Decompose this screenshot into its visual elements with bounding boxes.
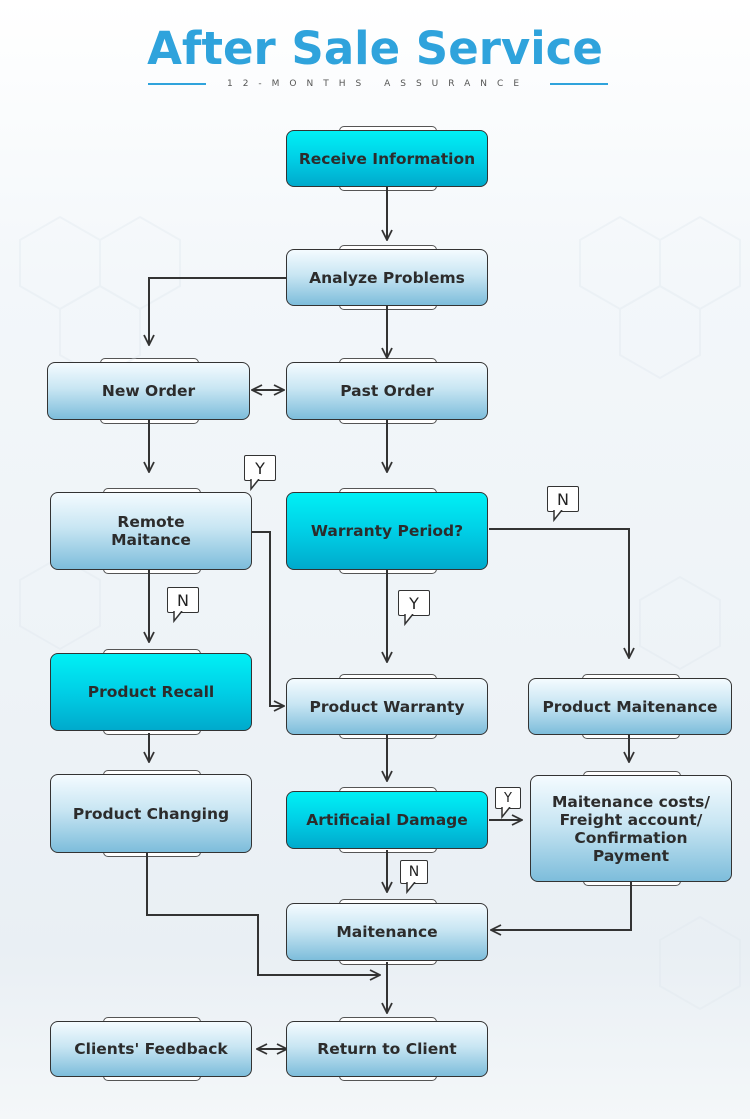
node-label: Product Maitenance	[542, 697, 718, 716]
bubble-tail-icon	[173, 611, 183, 623]
node-remote-maitance[interactable]: Remote Maitance	[50, 488, 252, 574]
node-label: Clients' Feedback	[74, 1040, 228, 1058]
bubble-tail-icon	[250, 479, 260, 491]
bubble-text: Y	[504, 790, 512, 806]
node-label: Warranty Period?	[310, 522, 464, 540]
label-remote-yes: Y	[244, 455, 276, 491]
label-damage-no: N	[400, 860, 428, 894]
edge-costs-to-maitenance	[491, 882, 632, 930]
node-return-to-client[interactable]: Return to Client	[286, 1017, 488, 1081]
label-warranty-yes: Y	[398, 590, 430, 626]
node-label: Receive Information	[298, 149, 476, 168]
node-label: Return to Client	[317, 1040, 457, 1058]
label-remote-no: N	[167, 587, 199, 623]
bubble-text: N	[557, 489, 569, 509]
node-label: Product Changing	[72, 804, 230, 823]
node-maitenance[interactable]: Maitenance	[286, 899, 488, 965]
node-label: Maitenance costs/ Freight account/ Confi…	[551, 792, 711, 865]
node-past-order[interactable]: Past Order	[286, 358, 488, 424]
node-label: Past Order	[340, 382, 434, 400]
node-product-changing[interactable]: Product Changing	[50, 770, 252, 857]
node-maitenance-costs[interactable]: Maitenance costs/ Freight account/ Confi…	[530, 771, 732, 886]
bubble-text: N	[177, 590, 189, 610]
node-new-order[interactable]: New Order	[47, 358, 250, 424]
node-product-maitenance[interactable]: Product Maitenance	[528, 674, 732, 739]
node-label: Artificaial Damage	[306, 811, 468, 829]
bubble-tail-icon	[501, 807, 511, 819]
edge-remote-to-product-warranty	[251, 531, 284, 706]
label-damage-yes: Y	[495, 787, 521, 819]
node-label: Product Recall	[87, 683, 215, 701]
node-label: Product Warranty	[309, 697, 465, 716]
node-product-warranty[interactable]: Product Warranty	[286, 674, 488, 739]
node-label: Analyze Problems	[309, 268, 465, 287]
edge-warranty-to-maitenance	[489, 528, 629, 658]
node-receive-information[interactable]: Receive Information	[286, 126, 488, 191]
node-clients-feedback[interactable]: Clients' Feedback	[50, 1017, 252, 1081]
node-label: Maitenance	[336, 923, 438, 941]
node-label: Remote Maitance	[111, 513, 191, 549]
edge-analyze-to-new-order	[149, 277, 287, 345]
node-label: New Order	[101, 382, 196, 400]
node-analyze-problems[interactable]: Analyze Problems	[286, 245, 488, 310]
node-product-recall[interactable]: Product Recall	[50, 649, 252, 735]
bubble-text: Y	[409, 593, 419, 613]
bubble-text: N	[408, 864, 420, 880]
node-artificaial-damage[interactable]: Artificaial Damage	[286, 787, 488, 853]
bubble-tail-icon	[553, 510, 563, 522]
node-warranty-period[interactable]: Warranty Period?	[286, 488, 488, 574]
bubble-tail-icon	[406, 882, 416, 894]
label-warranty-no: N	[547, 486, 579, 522]
bubble-text: Y	[255, 458, 265, 478]
bubble-tail-icon	[404, 614, 414, 626]
